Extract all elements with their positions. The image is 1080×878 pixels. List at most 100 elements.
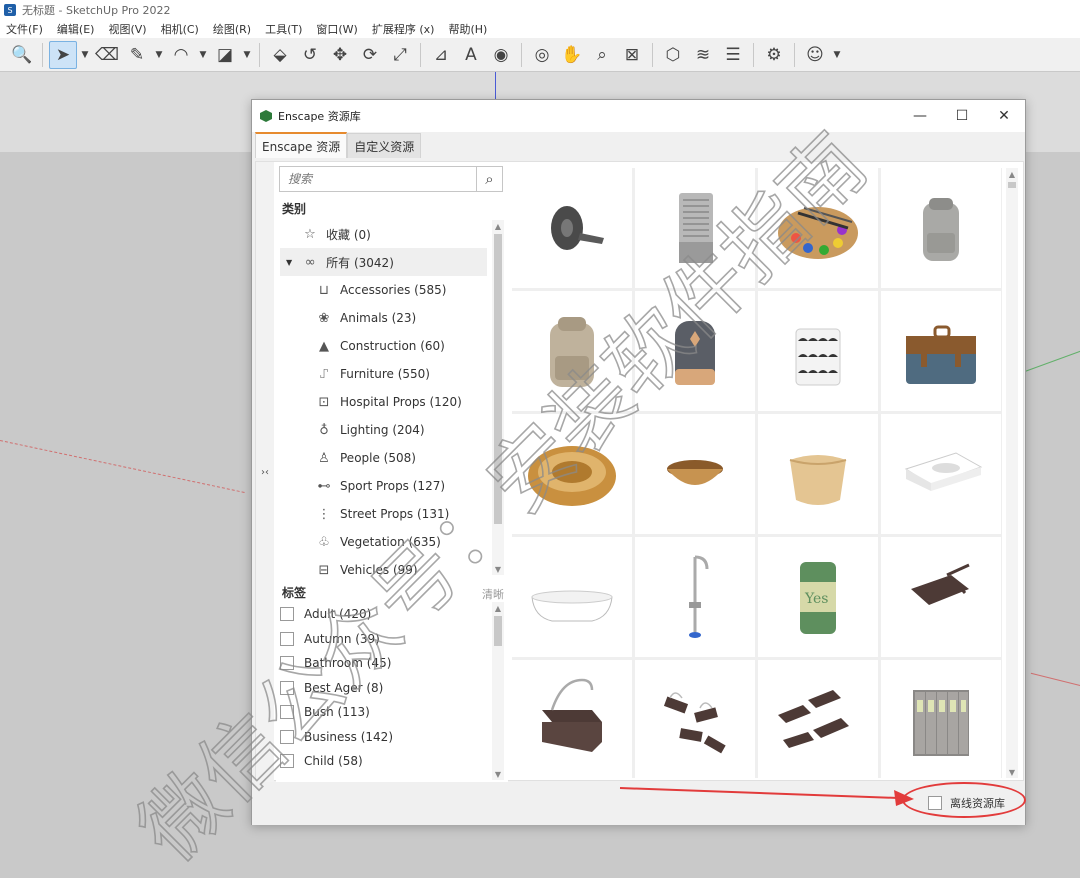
tape-measure-tool-button[interactable]: ⊿	[427, 41, 455, 69]
category-scrollbar[interactable]: ▲ ▼	[492, 220, 504, 575]
asset-thumbnail-wash-basin[interactable]	[881, 414, 1001, 534]
search-button[interactable]: ⌕	[476, 167, 502, 191]
minimize-button[interactable]: —	[899, 100, 941, 132]
zoom-tool-button[interactable]: ⌕	[588, 41, 616, 69]
tag-checkbox[interactable]	[280, 656, 294, 671]
move-tool-button[interactable]: ✥	[326, 41, 354, 69]
zoom-extents-tool-button[interactable]: 🔍	[8, 41, 36, 69]
category-favorites[interactable]: ☆ 收藏 (0)	[280, 220, 487, 248]
menu-item[interactable]: 文件(F)	[6, 21, 43, 37]
scroll-thumb[interactable]	[494, 616, 502, 646]
tag-item[interactable]: Child (58)	[280, 749, 487, 774]
menu-item[interactable]: 帮助(H)	[448, 21, 487, 37]
asset-thumbnail-laundry-basket[interactable]	[758, 291, 878, 411]
asset-thumbnail-paper-clips-group[interactable]	[758, 660, 878, 778]
tag-item[interactable]: Bush (113)	[280, 700, 487, 725]
tag-checkbox[interactable]	[280, 729, 294, 744]
push-pull-tool-button[interactable]: ⬙	[266, 41, 294, 69]
asset-thumbnail-tape-roll[interactable]	[512, 168, 632, 288]
category-item[interactable]: ♙ People (508)	[280, 444, 487, 472]
collapse-panel-toggle[interactable]: ›‹	[256, 162, 274, 782]
dropdown-arrow-button[interactable]: ▼	[241, 41, 253, 69]
asset-thumbnail-binder-clip-large[interactable]	[512, 660, 632, 778]
menu-item[interactable]: 绘图(R)	[213, 21, 251, 37]
scale-tool-button[interactable]: ⤢	[386, 41, 414, 69]
category-item[interactable]: ⊟ Vehicles (99)	[280, 556, 487, 576]
category-item[interactable]: ♁ Lighting (204)	[280, 416, 487, 444]
category-item[interactable]: ❀ Animals (23)	[280, 304, 487, 332]
category-item[interactable]: ⊔ Accessories (585)	[280, 276, 487, 304]
scroll-thumb[interactable]	[1008, 182, 1016, 188]
layers-tool-button[interactable]: ☰	[719, 41, 747, 69]
category-item[interactable]: ♧ Vegetation (635)	[280, 528, 487, 556]
asset-thumbnail-backpack-beige[interactable]	[512, 291, 632, 411]
eraser-tool-button[interactable]: ⌫	[93, 41, 121, 69]
pencil-tool-button[interactable]: ✎	[123, 41, 151, 69]
tag-item[interactable]: Best Ager (8)	[280, 676, 487, 701]
zoom-window-tool-button[interactable]: ⊠	[618, 41, 646, 69]
asset-thumbnail-leather-briefcase[interactable]	[881, 291, 1001, 411]
scroll-thumb[interactable]	[494, 234, 502, 524]
asset-thumbnail-wicker-basket[interactable]	[512, 414, 632, 534]
tag-item[interactable]: Autumn (39)	[280, 627, 487, 652]
menu-item[interactable]: 窗口(W)	[316, 21, 357, 37]
category-item[interactable]: ⊷ Sport Props (127)	[280, 472, 487, 500]
asset-thumbnail-soda-can[interactable]: Yes	[758, 537, 878, 657]
tag-checkbox[interactable]	[280, 705, 294, 720]
follow-me-tool-button[interactable]: ↺	[296, 41, 324, 69]
tag-checkbox[interactable]	[280, 631, 294, 646]
asset-thumbnail-wooden-bowl[interactable]	[635, 414, 755, 534]
tag-checkbox[interactable]	[280, 680, 294, 695]
text-tool-button[interactable]: A	[457, 41, 485, 69]
menu-item[interactable]: 工具(T)	[265, 21, 302, 37]
menu-item[interactable]: 扩展程序 (x)	[372, 21, 435, 37]
maximize-button[interactable]: ☐	[941, 100, 983, 132]
category-all[interactable]: ▼ ∞ 所有 (3042)	[280, 248, 487, 276]
dropdown-arrow-button[interactable]: ▼	[197, 41, 209, 69]
search-input[interactable]	[280, 167, 476, 191]
asset-thumbnail-backpack-dark[interactable]	[635, 291, 755, 411]
asset-thumbnail-woven-planter[interactable]	[758, 414, 878, 534]
clear-tags-link[interactable]: 清晰	[482, 586, 504, 602]
category-item[interactable]: ⊡ Hospital Props (120)	[280, 388, 487, 416]
tag-item[interactable]: Bathroom (45)	[280, 651, 487, 676]
menu-item[interactable]: 相机(C)	[161, 21, 199, 37]
arc-tool-button[interactable]: ◠	[167, 41, 195, 69]
tag-checkbox[interactable]	[280, 754, 294, 769]
asset-thumbnail-binder-clip[interactable]	[881, 537, 1001, 657]
asset-thumbnail-backpack-grey[interactable]	[881, 168, 1001, 288]
rectangle-tool-button[interactable]: ◪	[211, 41, 239, 69]
orbit-tool-button[interactable]: ◎	[528, 41, 556, 69]
tag-scrollbar[interactable]: ▲ ▼	[492, 602, 504, 780]
category-item[interactable]: ⑀ Furniture (550)	[280, 360, 487, 388]
menu-item[interactable]: 编辑(E)	[57, 21, 95, 37]
asset-thumbnail-bathtub[interactable]	[512, 537, 632, 657]
extension-manager-tool-button[interactable]: ⚙	[760, 41, 788, 69]
annotation-arrow	[619, 787, 914, 806]
asset-thumbnail-file-folders[interactable]	[881, 660, 1001, 778]
warehouse-tool-button[interactable]: ⬡	[659, 41, 687, 69]
dropdown-arrow-button[interactable]: ▼	[79, 41, 91, 69]
extension-tool-button[interactable]: ≋	[689, 41, 717, 69]
category-item[interactable]: ⋮ Street Props (131)	[280, 500, 487, 528]
dropdown-arrow-button[interactable]: ▼	[153, 41, 165, 69]
tab-custom-assets[interactable]: 自定义资源	[347, 133, 422, 158]
asset-thumbnail-paint-palette[interactable]	[758, 168, 878, 288]
paint-bucket-tool-button[interactable]: ◉	[487, 41, 515, 69]
close-button[interactable]: ✕	[983, 100, 1025, 132]
asset-thumbnail-air-cooler[interactable]	[635, 168, 755, 288]
tab-enscape-assets[interactable]: Enscape 资源	[255, 132, 348, 158]
rotate-tool-button[interactable]: ⟳	[356, 41, 384, 69]
tag-checkbox[interactable]	[280, 607, 294, 622]
asset-thumbnail-binder-clips-group[interactable]	[635, 660, 755, 778]
category-item[interactable]: ▲ Construction (60)	[280, 332, 487, 360]
asset-grid-scrollbar[interactable]: ▲ ▼	[1006, 168, 1018, 778]
dropdown-arrow-button[interactable]: ▼	[831, 41, 843, 69]
account-tool-button[interactable]: ☺	[801, 41, 829, 69]
pan-tool-button[interactable]: ✋	[558, 41, 586, 69]
asset-thumbnail-shower-faucet[interactable]	[635, 537, 755, 657]
select-tool-button[interactable]: ➤	[49, 40, 77, 69]
tag-item[interactable]: Business (142)	[280, 725, 487, 750]
tag-item[interactable]: Adult (420)	[280, 602, 487, 627]
menu-item[interactable]: 视图(V)	[108, 21, 146, 37]
